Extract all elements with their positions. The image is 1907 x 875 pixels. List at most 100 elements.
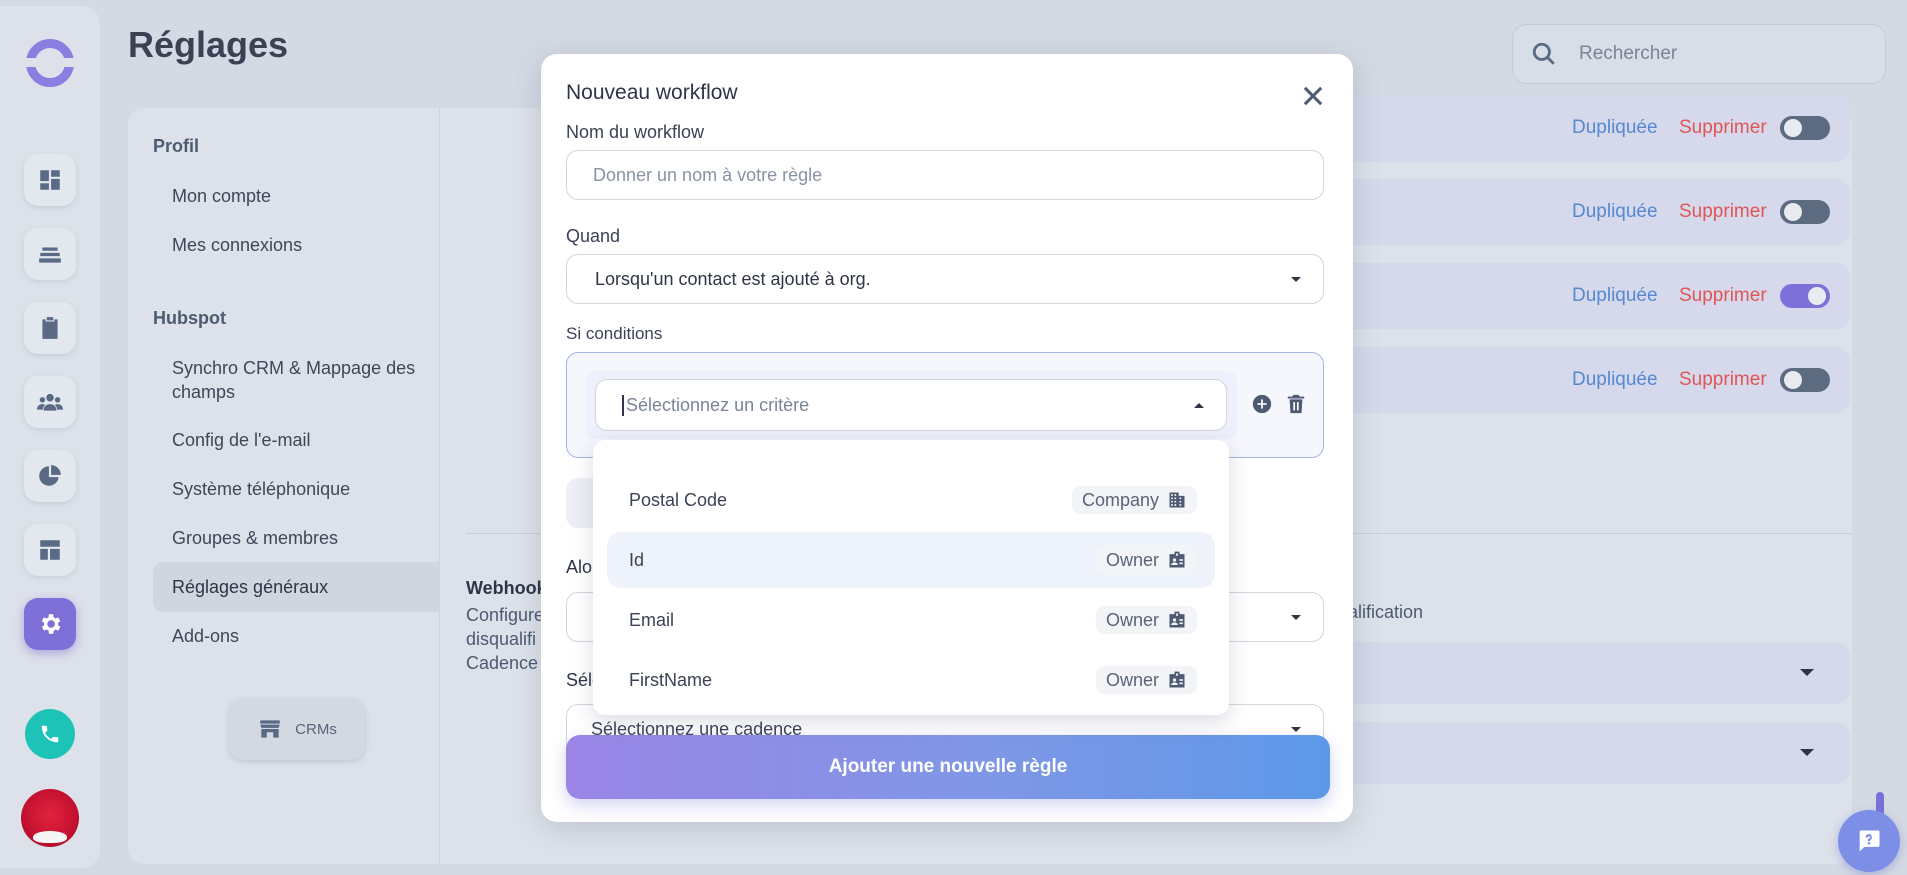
option-label: Email [629,609,675,630]
duplicate-link[interactable]: Dupliquée [1572,285,1658,307]
when-select-value: Lorsqu'un contact est ajouté à org. [595,268,871,289]
option-tag: Owner [1095,546,1197,574]
app-sidebar [0,6,100,868]
duplicate-link[interactable]: Dupliquée [1572,201,1658,223]
crms-button-label: CRMs [295,720,337,738]
store-icon [260,720,280,738]
nav-item-general-settings[interactable]: Réglages généraux [153,562,440,612]
duplicate-link[interactable]: Dupliquée [1572,117,1658,139]
nav-item-phone-system[interactable]: Système téléphonique [172,477,350,501]
workflow-name-label: Nom du workflow [566,122,705,142]
help-chat-button[interactable] [1838,810,1900,872]
chevron-down-icon [1800,749,1814,756]
trash-icon [1287,394,1305,414]
badge-icon [1169,611,1185,628]
webhook-desc-line: disqualifi [466,629,537,649]
condition-row [585,371,1237,439]
settings-nav: Profil Mon compte Mes connexions Hubspot… [128,108,440,864]
caret-down-icon [1291,277,1301,282]
gear-icon [41,614,61,634]
clipboard-icon [42,317,58,339]
criteria-input[interactable] [622,394,1142,416]
badge-icon [1169,551,1185,568]
add-condition-button[interactable] [1251,393,1273,415]
templates-nav-button[interactable] [24,524,76,576]
section-title-profile: Profil [153,136,200,156]
workflow-toggle[interactable] [1780,368,1830,392]
option-label: Id [629,549,645,570]
close-icon [1303,86,1323,106]
phone-icon [41,725,59,743]
settings-nav-button[interactable] [24,598,76,650]
user-avatar[interactable] [21,789,79,847]
workflow-name-field[interactable] [566,150,1324,200]
workflow-toggle[interactable] [1780,284,1830,308]
nav-item-email-config[interactable]: Config de l'e-mail [172,428,311,452]
option-tag-label: Owner [1105,669,1159,690]
delete-link[interactable]: Supprimer [1679,369,1767,391]
then-label: Alo [566,557,593,577]
nav-item-groups-members[interactable]: Groupes & membres [172,526,338,550]
layers-nav-button[interactable] [24,228,76,280]
delete-condition-button[interactable] [1285,392,1307,416]
dashboard-nav-button[interactable] [24,154,76,206]
layers-icon [39,247,61,263]
delete-link[interactable]: Supprimer [1679,117,1767,139]
when-select[interactable]: Lorsqu'un contact est ajouté à org. [566,254,1324,304]
chevron-down-icon [1800,669,1814,676]
caret-down-icon [1291,615,1301,620]
workflow-toggle[interactable] [1780,200,1830,224]
plus-circle-icon [1252,394,1272,414]
delete-link[interactable]: Supprimer [1679,201,1767,223]
reports-nav-button[interactable] [24,450,76,502]
duplicate-link[interactable]: Dupliquée [1572,369,1658,391]
dropdown-option[interactable]: Email Owner [607,592,1215,648]
users-icon [37,393,63,411]
dropdown-option[interactable]: Postal Code Company [607,472,1215,528]
option-tag: Owner [1095,606,1197,634]
option-tag: Owner [1095,666,1197,694]
workflow-toggle[interactable] [1780,116,1830,140]
crms-button[interactable]: CRMs [229,698,365,760]
webhook-description: Configure disqualifi Cadence [466,603,546,675]
workflow-name-input[interactable] [593,164,1273,186]
webhook-desc-line: Configure [466,605,545,625]
delete-link[interactable]: Supprimer [1679,285,1767,307]
option-label: FirstName [629,669,713,690]
nav-item-my-account[interactable]: Mon compte [172,184,271,208]
nav-item-my-connections[interactable]: Mes connexions [172,233,302,257]
criteria-select[interactable] [595,379,1227,431]
pie-chart-icon [39,465,61,486]
webhook-title: Webhook [466,578,547,598]
criteria-dropdown: Postal Code Company Id Owner Email Owner… [593,440,1229,715]
option-tag-label: Owner [1105,609,1159,630]
option-tag-label: Owner [1105,549,1159,570]
chat-help-icon [1859,830,1880,852]
nav-item-addons[interactable]: Add-ons [172,624,239,648]
dashboard-icon [40,170,60,190]
search-box[interactable] [1512,24,1886,84]
option-tag-label: Company [1081,489,1159,510]
phone-button[interactable] [25,709,75,759]
badge-icon [1169,671,1185,688]
contacts-nav-button[interactable] [24,376,76,428]
close-button[interactable] [1299,82,1327,110]
webhook-desc-line: Cadence [466,653,539,673]
conditions-label: Si conditions [566,324,663,343]
nav-item-crm-sync[interactable]: Synchro CRM & Mappage des champs [172,356,422,404]
caret-down-icon [1291,727,1301,732]
search-input[interactable] [1579,43,1859,65]
caret-up-icon [1194,403,1204,408]
dropdown-option[interactable]: FirstName Owner [607,652,1215,708]
modal-title: Nouveau workflow [566,81,738,104]
building-icon [1169,492,1185,508]
option-label: Postal Code [629,489,728,510]
page-title: Réglages [128,24,289,65]
add-rule-button[interactable]: Ajouter une nouvelle règle [566,735,1330,799]
dropdown-option[interactable]: Id Owner [607,532,1215,588]
option-tag: Company [1071,486,1197,514]
app-logo[interactable] [23,39,77,87]
layout-icon [40,540,60,560]
tasks-nav-button[interactable] [24,302,76,354]
search-icon [1532,42,1555,65]
